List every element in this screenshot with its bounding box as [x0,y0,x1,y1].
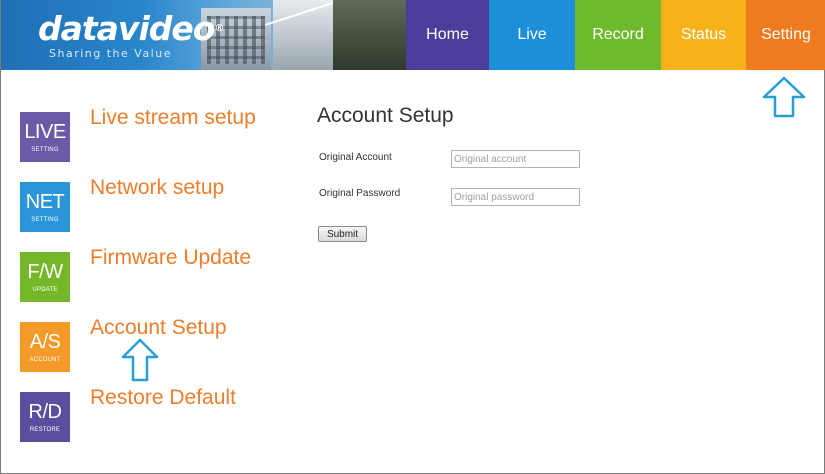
original-account-label: Original Account [319,152,392,163]
logo-banner: datavideo® Sharing the Value [1,0,406,70]
original-account-input[interactable] [451,150,580,168]
brand-logo: datavideo® [38,9,224,48]
page-title: Account Setup [317,104,454,127]
original-password-input[interactable] [451,188,580,206]
sidebar-item-account-setup[interactable]: A/S ACCOUNT Account Setup [20,316,310,372]
nav-tab-record[interactable]: Record [575,0,661,70]
page-frame: datavideo® Sharing the Value Home Live R… [0,0,825,474]
live-setting-icon: LIVE SETTING [20,112,70,162]
nav-tab-status[interactable]: Status [661,0,746,70]
nav-tab-setting[interactable]: Setting [746,0,825,70]
nav-tab-home[interactable]: Home [406,0,489,70]
sidebar-item-label: Restore Default [90,386,236,409]
sidebar-item-label: Firmware Update [90,246,252,269]
sidebar-item-network-setup[interactable]: NET SETTING Network setup [20,176,310,232]
account-icon: A/S ACCOUNT [20,322,70,372]
top-header: datavideo® Sharing the Value Home Live R… [1,0,825,70]
sidebar-item-label: Live stream setup [90,106,256,129]
sidebar-item-label: Account Setup [90,316,227,339]
brand-tagline: Sharing the Value [49,47,172,60]
sidebar-item-label: Network setup [90,176,225,199]
submit-button[interactable]: Submit [318,226,367,242]
sidebar-item-live-stream-setup[interactable]: LIVE SETTING Live stream setup [20,106,310,162]
banner-trees-image [333,0,406,70]
banner-canopy-image [273,0,333,70]
original-password-label: Original Password [319,188,401,199]
sidebar-item-restore-default[interactable]: R/D RESTORE Restore Default [20,386,310,442]
fw-update-icon: F/W UPDATE [20,252,70,302]
net-setting-icon: NET SETTING [20,182,70,232]
restore-icon: R/D RESTORE [20,392,70,442]
nav-tab-live[interactable]: Live [489,0,575,70]
up-arrow-icon [762,76,806,118]
up-arrow-icon [121,338,159,382]
sidebar-item-firmware-update[interactable]: F/W UPDATE Firmware Update [20,246,310,302]
